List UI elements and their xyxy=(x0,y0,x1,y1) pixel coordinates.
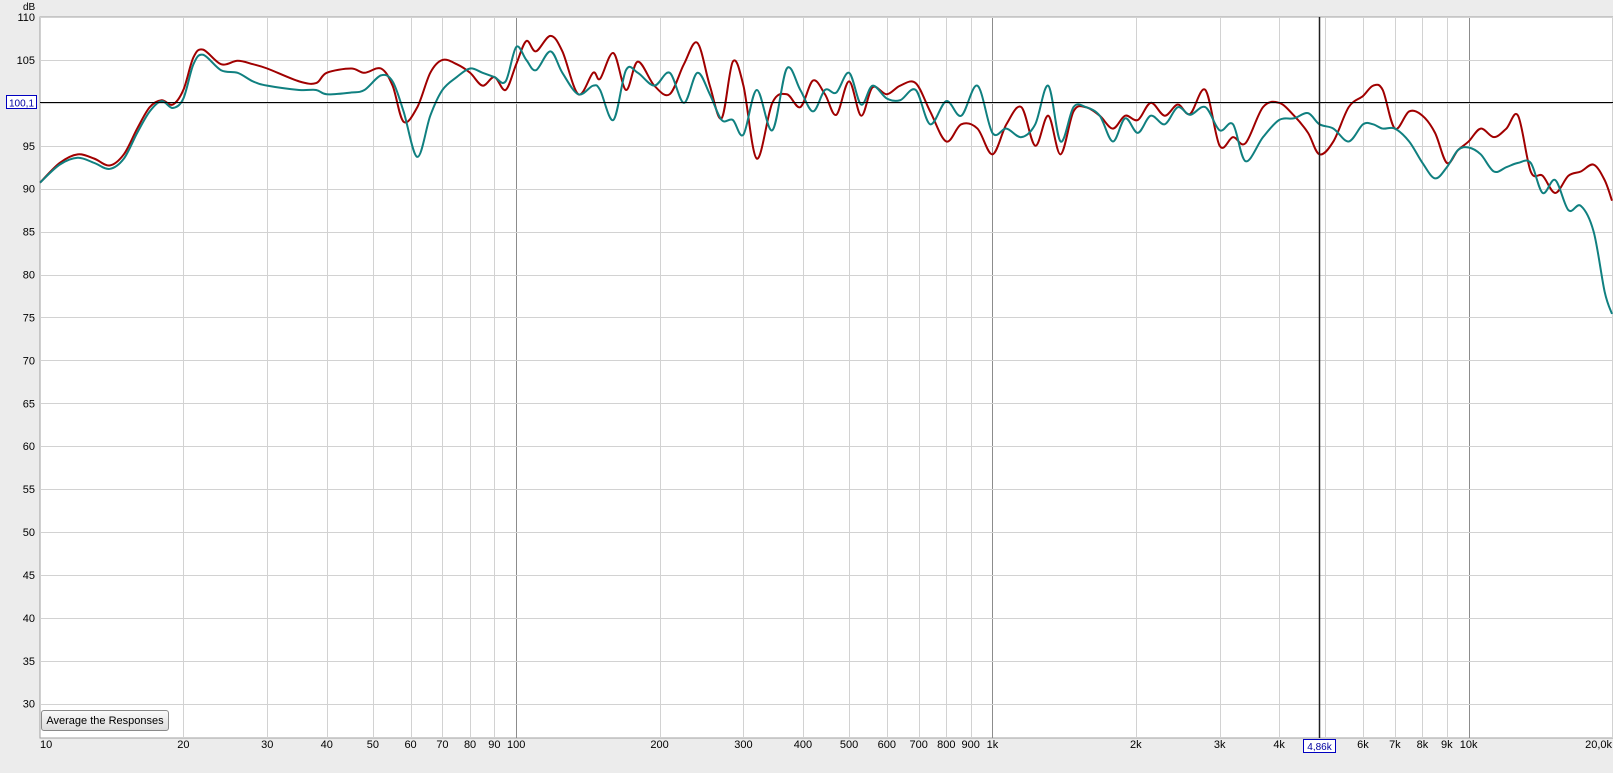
x-tick-label: 30 xyxy=(261,739,273,751)
x-tick-label: 20 xyxy=(177,739,189,751)
x-tick-label: 3k xyxy=(1214,739,1226,751)
y-tick-label: 40 xyxy=(23,613,35,625)
frequency-response-chart: 10 20 30 40 50 60 70 80 90 100 200 300 400 500 600 700 8… xyxy=(6,2,1613,753)
y-tick-label: 90 xyxy=(23,184,35,196)
x-tick-label: 100 xyxy=(507,739,525,751)
y-tick-label: 50 xyxy=(23,527,35,539)
x-tick-label: 7k xyxy=(1389,739,1401,751)
x-tick-label: 800 xyxy=(937,739,955,751)
x-tick-label: 70 xyxy=(436,739,448,751)
x-tick-label: 200 xyxy=(650,739,668,751)
cursor-x-label: 4,86k xyxy=(1307,742,1332,753)
y-tick-label: 35 xyxy=(23,656,35,668)
x-tick-label: 60 xyxy=(404,739,416,751)
x-tick-label: 700 xyxy=(909,739,927,751)
y-tick-label: 65 xyxy=(23,398,35,410)
x-tick-label: 50 xyxy=(367,739,379,751)
x-tick-label: 900 xyxy=(961,739,979,751)
y-axis-unit: dB xyxy=(23,2,36,13)
y-tick-label: 55 xyxy=(23,484,35,496)
x-tick-label: 90 xyxy=(488,739,500,751)
y-tick-label: 110 xyxy=(17,12,35,24)
y-tick-label: 70 xyxy=(23,355,35,367)
y-tick-label: 85 xyxy=(23,227,35,239)
y-tick-label: 80 xyxy=(23,270,35,282)
x-tick-label: 10 xyxy=(40,739,52,751)
x-tick-label: 500 xyxy=(840,739,858,751)
x-tick-label: 600 xyxy=(878,739,896,751)
y-tick-label: 105 xyxy=(17,55,35,67)
average-responses-button[interactable]: Average the Responses xyxy=(41,710,169,731)
x-tick-label: 40 xyxy=(321,739,333,751)
x-tick-label: 80 xyxy=(464,739,476,751)
x-tick-label: 6k xyxy=(1357,739,1369,751)
y-tick-label: 30 xyxy=(23,699,35,711)
x-tick-label: 20,0k xyxy=(1585,739,1612,751)
x-tick-label: 4k xyxy=(1273,739,1285,751)
x-tick-label: 8k xyxy=(1417,739,1429,751)
y-tick-label: 60 xyxy=(23,441,35,453)
cursor-y-label: 100,1 xyxy=(9,99,34,110)
x-tick-label: 9k xyxy=(1441,739,1453,751)
y-tick-label: 95 xyxy=(23,141,35,153)
x-tick-label: 400 xyxy=(794,739,812,751)
y-tick-label: 45 xyxy=(23,570,35,582)
y-tick-label: 75 xyxy=(23,312,35,324)
x-tick-label: 300 xyxy=(734,739,752,751)
x-tick-label: 1k xyxy=(987,739,999,751)
x-tick-label: 2k xyxy=(1130,739,1142,751)
x-tick-label: 10k xyxy=(1460,739,1478,751)
